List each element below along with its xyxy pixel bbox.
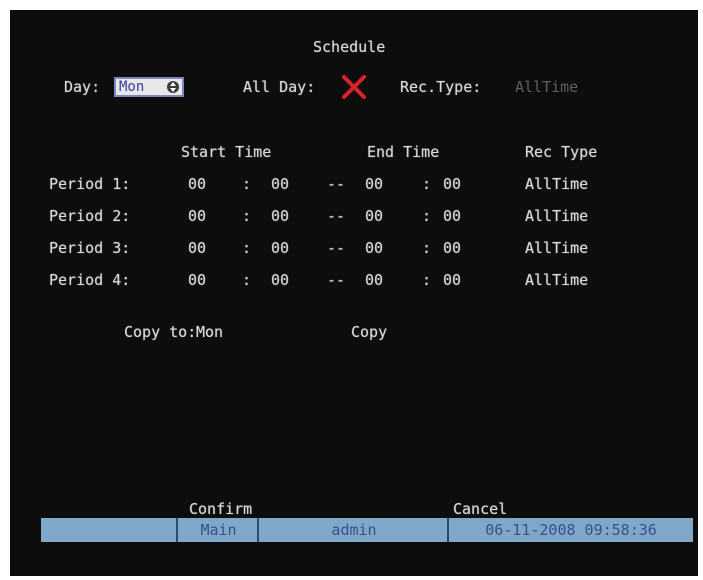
period-rec-type-select[interactable]: AllTime (525, 239, 588, 257)
day-select[interactable]: Mon (114, 77, 184, 97)
red-x-icon (342, 75, 366, 99)
start-hour-field[interactable]: 00 (188, 271, 206, 289)
all-day-checkbox[interactable] (339, 73, 369, 101)
start-minute-field[interactable]: 00 (271, 239, 289, 257)
end-minute-field[interactable]: 00 (443, 207, 461, 225)
day-select-value: Mon (119, 79, 145, 95)
all-day-label: All Day: (243, 78, 316, 96)
column-rec-type: Rec Type (525, 143, 598, 161)
start-minute-field[interactable]: 00 (271, 175, 289, 193)
period-label: Period 3: (49, 239, 131, 257)
dvr-schedule-screen: Schedule Day: Mon All Day: Rec.Type: All… (10, 10, 698, 576)
status-datetime: 06-11-2008 09:58:36 (447, 518, 693, 542)
period-label: Period 4: (49, 271, 131, 289)
time-colon: : (242, 175, 252, 193)
start-hour-field[interactable]: 00 (188, 207, 206, 225)
start-minute-field[interactable]: 00 (271, 207, 289, 225)
column-end-time: End Time (367, 143, 440, 161)
range-dash: -- (327, 271, 346, 289)
time-colon: : (422, 239, 432, 257)
time-colon: : (422, 207, 432, 225)
column-start-time: Start Time (181, 143, 272, 161)
time-colon: : (242, 239, 252, 257)
end-hour-field[interactable]: 00 (365, 207, 383, 225)
end-minute-field[interactable]: 00 (443, 271, 461, 289)
period-rec-type-select[interactable]: AllTime (525, 207, 588, 225)
time-colon: : (422, 271, 432, 289)
status-user: admin (257, 518, 449, 542)
end-hour-field[interactable]: 00 (365, 271, 383, 289)
time-colon: : (242, 207, 252, 225)
end-hour-field[interactable]: 00 (365, 175, 383, 193)
end-minute-field[interactable]: 00 (443, 175, 461, 193)
start-minute-field[interactable]: 00 (271, 271, 289, 289)
end-hour-field[interactable]: 00 (365, 239, 383, 257)
period-label: Period 2: (49, 207, 131, 225)
rec-type-select[interactable]: AllTime (515, 78, 578, 96)
time-colon: : (422, 175, 432, 193)
start-hour-field[interactable]: 00 (188, 175, 206, 193)
copy-button[interactable]: Copy (351, 323, 387, 341)
period-label: Period 1: (49, 175, 131, 193)
range-dash: -- (327, 175, 346, 193)
confirm-button[interactable]: Confirm (189, 500, 252, 518)
start-hour-field[interactable]: 00 (188, 239, 206, 257)
day-label: Day: (64, 78, 101, 96)
cancel-button[interactable]: Cancel (453, 500, 507, 518)
range-dash: -- (327, 207, 346, 225)
up-down-arrow-icon (167, 81, 179, 93)
status-menu-name: Main (176, 518, 259, 542)
end-minute-field[interactable]: 00 (443, 239, 461, 257)
copy-to-select[interactable]: Mon (196, 323, 223, 341)
period-rec-type-select[interactable]: AllTime (525, 175, 588, 193)
rec-type-label: Rec.Type: (400, 78, 482, 96)
page-title: Schedule (313, 38, 386, 56)
time-colon: : (242, 271, 252, 289)
range-dash: -- (327, 239, 346, 257)
copy-to-label: Copy to: (124, 323, 197, 341)
period-rec-type-select[interactable]: AllTime (525, 271, 588, 289)
status-bar: Main admin 06-11-2008 09:58:36 (41, 518, 693, 542)
